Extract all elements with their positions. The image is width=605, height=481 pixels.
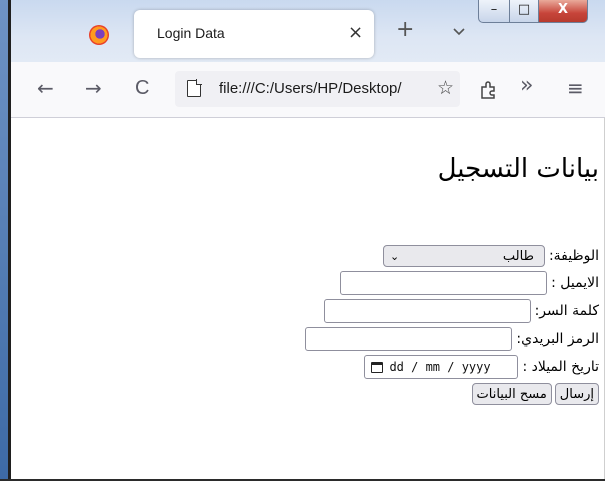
buttons-row: إرسال مسح البيانات: [469, 382, 599, 406]
password-row: كلمة السر:: [323, 299, 599, 323]
birthdate-row: تاريخ الميلاد : dd / mm / yyyy: [364, 355, 599, 379]
password-field[interactable]: [323, 299, 531, 323]
url-text[interactable]: file:///C:/Users/HP/Desktop/: [219, 80, 425, 97]
navigation-bar: ← → C file:///C:/Users/HP/Desktop/ ☆ » ≡: [11, 62, 605, 118]
job-row: الوظيفة: طالب ⌄: [382, 244, 599, 268]
minimize-icon: –: [490, 2, 498, 17]
maximize-icon: □: [517, 2, 531, 17]
close-window-button[interactable]: X: [538, 0, 588, 23]
chevron-down-icon: ⌄: [389, 249, 400, 263]
page-content: بيانات التسجيل الوظيفة: طالب ⌄ الايميل :…: [11, 118, 605, 479]
minimize-button[interactable]: –: [478, 0, 510, 23]
maximize-button[interactable]: □: [509, 0, 539, 23]
back-icon[interactable]: ←: [37, 77, 54, 99]
firefox-icon[interactable]: [89, 25, 109, 45]
close-icon: X: [557, 2, 569, 17]
email-label: الايميل :: [551, 275, 599, 291]
bookmark-star-icon[interactable]: ☆: [437, 77, 454, 99]
calendar-icon[interactable]: [371, 361, 384, 373]
postal-row: الرمز البريدي:: [305, 327, 599, 351]
job-select[interactable]: طالب ⌄: [382, 245, 545, 267]
window-left-border: [0, 0, 11, 481]
overflow-icon[interactable]: »: [520, 75, 533, 97]
job-label: الوظيفة:: [548, 248, 599, 264]
birthdate-label: تاريخ الميلاد :: [522, 359, 599, 375]
tab-title: Login Data: [157, 25, 225, 41]
window-controls: – □ X: [470, 0, 605, 24]
reload-icon[interactable]: C: [135, 77, 149, 99]
password-label: كلمة السر:: [534, 303, 599, 319]
birthdate-field[interactable]: dd / mm / yyyy: [364, 355, 519, 379]
clear-button[interactable]: مسح البيانات: [471, 383, 552, 405]
postal-code-field[interactable]: [305, 327, 513, 351]
registration-form: بيانات التسجيل الوظيفة: طالب ⌄ الايميل :…: [269, 118, 599, 418]
email-field[interactable]: [340, 271, 548, 295]
page-title: بيانات التسجيل: [437, 154, 599, 184]
email-row: الايميل :: [340, 271, 599, 295]
tab-strip: Login Data × + – □ X: [11, 0, 605, 62]
submit-button[interactable]: إرسال: [554, 383, 599, 405]
chevron-down-icon[interactable]: [452, 24, 466, 38]
url-bar[interactable]: file:///C:/Users/HP/Desktop/ ☆: [175, 71, 460, 107]
job-select-value: طالب: [502, 248, 534, 264]
extensions-icon[interactable]: [478, 78, 498, 100]
postal-label: الرمز البريدي:: [516, 331, 599, 347]
menu-icon[interactable]: ≡: [567, 77, 584, 99]
page-icon: [187, 79, 202, 97]
forward-icon[interactable]: →: [85, 77, 102, 99]
birthdate-placeholder: dd / mm / yyyy: [389, 360, 491, 374]
active-tab[interactable]: Login Data ×: [134, 10, 374, 58]
close-tab-icon[interactable]: ×: [348, 22, 363, 43]
new-tab-button[interactable]: +: [396, 19, 414, 41]
